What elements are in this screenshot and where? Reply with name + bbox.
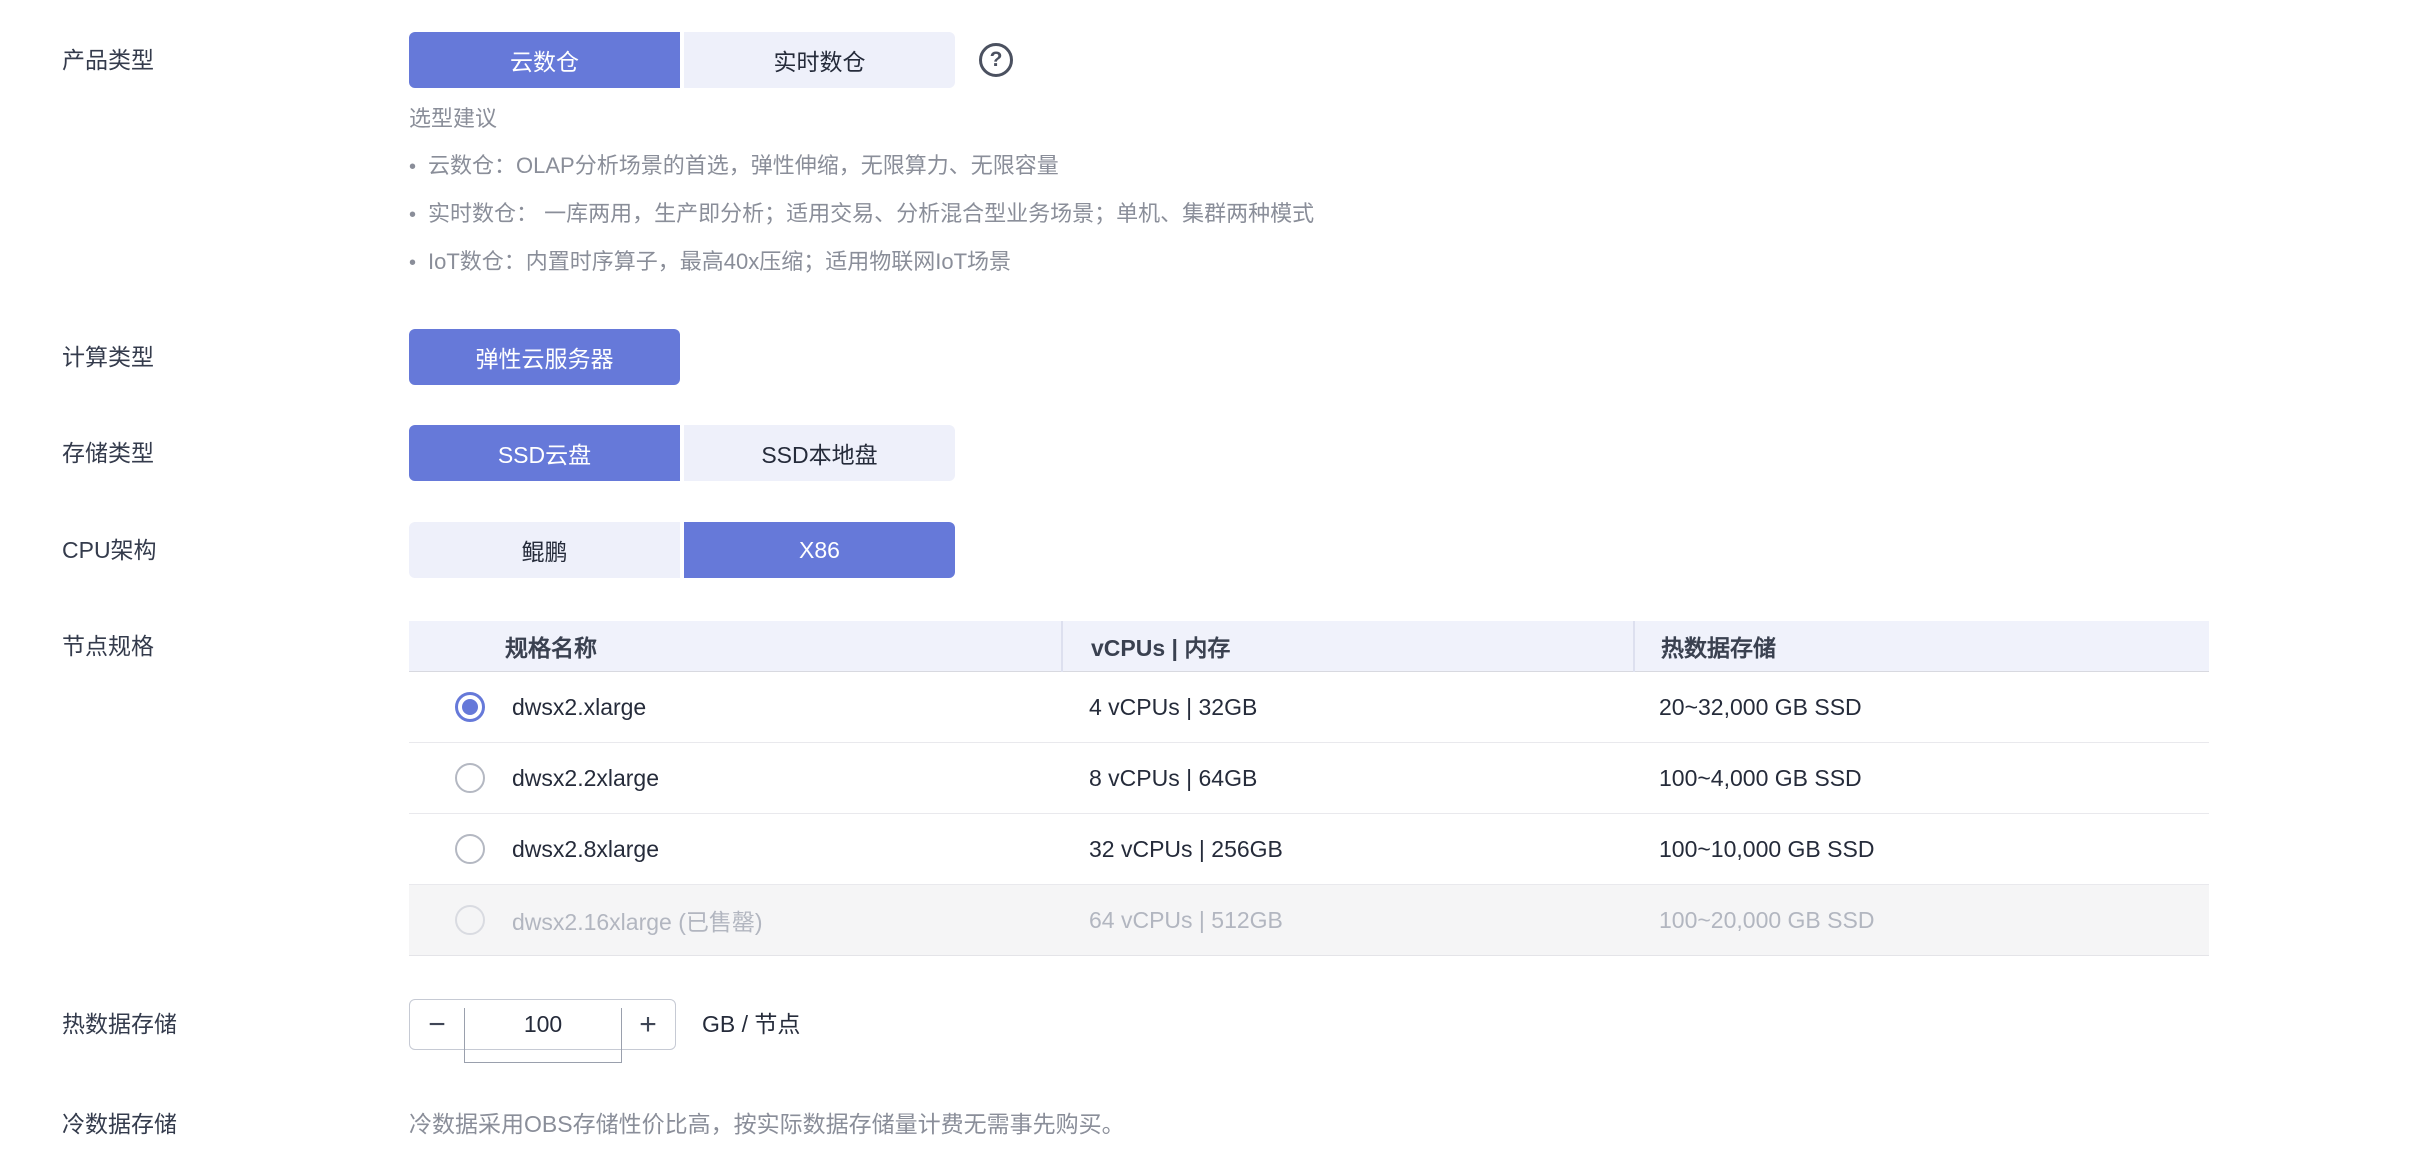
column-header-vcpu-mem: vCPUs | 内存	[1061, 621, 1633, 672]
cpu-arch-option-x86[interactable]: X86	[684, 522, 955, 578]
spec-vcpu-mem: 64 vCPUs | 512GB	[1061, 907, 1633, 934]
node-spec-row: 节点规格 规格名称 vCPUs | 内存 热数据存储 dwsx2.xlarge …	[0, 621, 2414, 956]
suggestion-bullet-text: 云数仓：OLAP分析场景的首选，弹性伸缩，无限算力、无限容量	[428, 153, 1059, 179]
spec-name: dwsx2.16xlarge (已售罄)	[512, 903, 763, 937]
spec-hot-storage: 20~32,000 GB SSD	[1633, 694, 2209, 721]
minus-icon[interactable]: −	[409, 999, 465, 1050]
hot-storage-label: 热数据存储	[0, 999, 409, 1050]
product-type-option-cloud-dw[interactable]: 云数仓	[409, 32, 680, 88]
hot-storage-stepper: − +	[409, 999, 676, 1057]
spec-name: dwsx2.8xlarge	[512, 836, 659, 863]
storage-type-option-ssd-local[interactable]: SSD本地盘	[684, 425, 955, 481]
compute-type-label: 计算类型	[0, 329, 409, 385]
spec-vcpu-mem: 32 vCPUs | 256GB	[1061, 836, 1633, 863]
cpu-arch-option-kunpeng[interactable]: 鲲鹏	[409, 522, 680, 578]
radio-selected-icon[interactable]	[455, 692, 485, 722]
product-type-option-realtime-dw[interactable]: 实时数仓	[684, 32, 955, 88]
radio-unselected-icon[interactable]	[455, 763, 485, 793]
compute-type-row: 计算类型 弹性云服务器	[0, 329, 2414, 385]
node-spec-table: 规格名称 vCPUs | 内存 热数据存储 dwsx2.xlarge 4 vCP…	[409, 621, 2209, 956]
product-type-label: 产品类型	[0, 32, 409, 88]
suggestion-bullet-realtime-dw: 实时数仓： 一库两用，生产即分析；适用交易、分析混合型业务场景；单机、集群两种模…	[409, 201, 1314, 228]
bullet-dot-icon	[409, 202, 416, 228]
column-header-hot-storage: 热数据存储	[1633, 621, 2209, 672]
table-row-dwsx2-16xlarge-sold-out: dwsx2.16xlarge (已售罄) 64 vCPUs | 512GB 10…	[409, 885, 2209, 956]
radio-disabled-icon	[455, 905, 485, 935]
suggestion-bullet-text: IoT数仓：内置时序算子，最高40x压缩；适用物联网IoT场景	[428, 249, 1011, 275]
plus-icon[interactable]: +	[620, 999, 676, 1050]
compute-type-option-ecs[interactable]: 弹性云服务器	[409, 329, 680, 385]
cold-storage-row: 冷数据存储 冷数据采用OBS存储性价比高，按实际数据存储量计费无需事先购买。	[0, 1109, 2414, 1139]
spec-hot-storage: 100~4,000 GB SSD	[1633, 765, 2209, 792]
suggestion-title: 选型建议	[409, 106, 1314, 132]
suggestion-bullet-text: 实时数仓： 一库两用，生产即分析；适用交易、分析混合型业务场景；单机、集群两种模…	[428, 201, 1314, 227]
hot-storage-input[interactable]	[464, 1008, 622, 1063]
hot-storage-unit: GB / 节点	[702, 999, 800, 1050]
cold-storage-description: 冷数据采用OBS存储性价比高，按实际数据存储量计费无需事先购买。	[409, 1109, 1125, 1139]
spec-name: dwsx2.2xlarge	[512, 765, 659, 792]
radio-unselected-icon[interactable]	[455, 834, 485, 864]
spec-vcpu-mem: 4 vCPUs | 32GB	[1061, 694, 1633, 721]
storage-type-segment: SSD云盘 SSD本地盘	[409, 425, 955, 481]
compute-type-segment: 弹性云服务器	[409, 329, 680, 385]
help-icon[interactable]: ?	[979, 43, 1013, 77]
node-spec-label: 节点规格	[0, 621, 409, 672]
suggestion-bullet-cloud-dw: 云数仓：OLAP分析场景的首选，弹性伸缩，无限算力、无限容量	[409, 153, 1314, 180]
dws-purchase-form: 产品类型 云数仓 实时数仓 ? 选型建议 云数仓：OLAP分析场景的首选，弹性伸…	[0, 0, 2414, 1166]
table-row-dwsx2-8xlarge[interactable]: dwsx2.8xlarge 32 vCPUs | 256GB 100~10,00…	[409, 814, 2209, 885]
spec-hot-storage: 100~10,000 GB SSD	[1633, 836, 2209, 863]
table-row-dwsx2-xlarge[interactable]: dwsx2.xlarge 4 vCPUs | 32GB 20~32,000 GB…	[409, 672, 2209, 743]
product-type-row: 产品类型 云数仓 实时数仓 ? 选型建议 云数仓：OLAP分析场景的首选，弹性伸…	[0, 32, 2414, 276]
table-row-dwsx2-2xlarge[interactable]: dwsx2.2xlarge 8 vCPUs | 64GB 100~4,000 G…	[409, 743, 2209, 814]
hot-storage-row: 热数据存储 − + GB / 节点	[0, 999, 2414, 1057]
cpu-arch-row: CPU架构 鲲鹏 X86	[0, 522, 2414, 578]
node-spec-table-header: 规格名称 vCPUs | 内存 热数据存储	[409, 621, 2209, 672]
storage-type-option-ssd-cloud[interactable]: SSD云盘	[409, 425, 680, 481]
cpu-arch-segment: 鲲鹏 X86	[409, 522, 955, 578]
column-header-spec-name: 规格名称	[409, 629, 1061, 663]
storage-type-label: 存储类型	[0, 425, 409, 481]
cold-storage-label: 冷数据存储	[0, 1109, 409, 1139]
suggestion-bullet-iot-dw: IoT数仓：内置时序算子，最高40x压缩；适用物联网IoT场景	[409, 249, 1314, 276]
spec-name: dwsx2.xlarge	[512, 694, 646, 721]
bullet-dot-icon	[409, 250, 416, 276]
storage-type-row: 存储类型 SSD云盘 SSD本地盘	[0, 425, 2414, 481]
product-type-segment: 云数仓 实时数仓	[409, 32, 955, 88]
spec-vcpu-mem: 8 vCPUs | 64GB	[1061, 765, 1633, 792]
bullet-dot-icon	[409, 154, 416, 180]
cpu-arch-label: CPU架构	[0, 522, 409, 578]
spec-hot-storage: 100~20,000 GB SSD	[1633, 907, 2209, 934]
